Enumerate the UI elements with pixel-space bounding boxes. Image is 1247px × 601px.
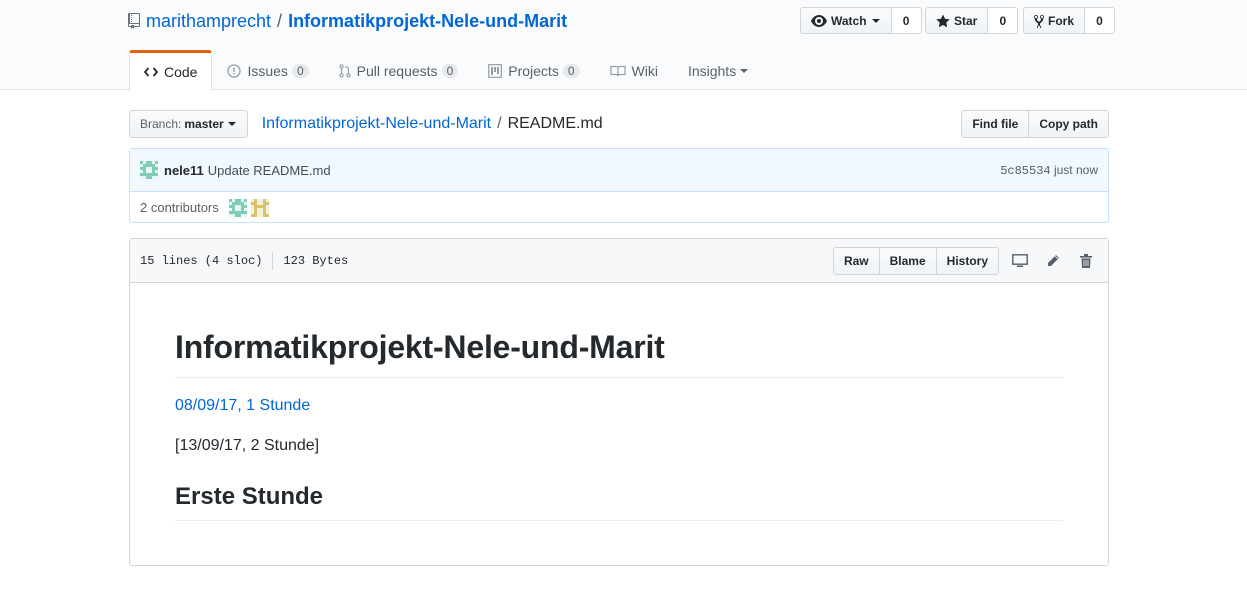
trashcan-icon xyxy=(1080,253,1092,268)
pencil-icon xyxy=(1048,254,1059,266)
avatar[interactable] xyxy=(250,198,269,217)
tab-pull-requests[interactable]: Pull requests 0 xyxy=(324,50,474,90)
repo-title-separator: / xyxy=(277,10,283,31)
avatar[interactable] xyxy=(140,161,158,179)
file-navigation: Branch: master Informatikprojekt-Nele-un… xyxy=(129,110,1109,138)
tab-code-label: Code xyxy=(164,64,198,80)
repo-owner-link[interactable]: marithamprecht xyxy=(146,11,271,32)
watch-button[interactable]: Watch xyxy=(800,7,892,34)
repo-icon xyxy=(128,13,140,29)
open-desktop-button[interactable] xyxy=(1008,249,1032,273)
caret-down-icon xyxy=(871,18,880,23)
star-icon xyxy=(936,14,950,27)
readme-content: Informatikprojekt-Nele-und-Marit 08/09/1… xyxy=(130,283,1108,565)
breadcrumb-repo-link[interactable]: Informatikprojekt-Nele-und-Marit xyxy=(262,115,491,133)
commit-author-link[interactable]: nele11 xyxy=(164,163,204,178)
commit-time: just now xyxy=(1053,162,1098,177)
commit-tease: nele11 Update README.md 5c85534 just now… xyxy=(129,148,1109,223)
commit-meta: 5c85534 just now xyxy=(1000,163,1098,178)
fork-label: Fork xyxy=(1048,13,1075,28)
branch-select-button[interactable]: Branch: master xyxy=(129,110,248,138)
star-group: Star 0 xyxy=(925,7,1019,34)
tab-issues-label: Issues xyxy=(247,62,288,79)
tab-projects-label: Projects xyxy=(508,62,559,79)
tab-pull-requests-count: 0 xyxy=(441,63,459,78)
tab-projects[interactable]: Projects 0 xyxy=(473,50,594,90)
caret-down-icon xyxy=(740,68,749,73)
edit-file-button[interactable] xyxy=(1041,249,1065,273)
contributors-row: 2 contributors xyxy=(130,192,1108,223)
breadcrumb: Informatikprojekt-Nele-und-Marit / READM… xyxy=(262,115,603,133)
readme-subheading: Erste Stunde xyxy=(175,482,1063,521)
readme-paragraph: [13/09/17, 2 Stunde] xyxy=(175,437,320,454)
file-info-divider xyxy=(272,251,274,270)
readme-link[interactable]: 08/09/17, 1 Stunde xyxy=(175,397,310,414)
book-icon xyxy=(609,65,626,76)
file-info: 15 lines (4 sloc) 123 Bytes xyxy=(140,251,349,270)
fork-count[interactable]: 0 xyxy=(1085,7,1116,34)
tab-insights-label: Insights xyxy=(687,62,737,79)
file-lines: 15 lines (4 sloc) xyxy=(140,253,263,268)
commit-sha-link[interactable]: 5c85534 xyxy=(1000,164,1050,178)
watch-group: Watch 0 xyxy=(800,7,922,34)
tab-wiki-label: Wiki xyxy=(631,62,658,79)
tab-insights[interactable]: Insights xyxy=(673,50,764,90)
pull-request-icon xyxy=(338,63,351,78)
file-box: 15 lines (4 sloc) 123 Bytes Raw Blame Hi… xyxy=(129,238,1109,566)
copy-path-button[interactable]: Copy path xyxy=(1029,110,1109,138)
tab-issues-count: 0 xyxy=(291,63,309,78)
caret-down-icon xyxy=(227,122,236,126)
breadcrumb-file: README.md xyxy=(507,115,603,132)
latest-commit: nele11 Update README.md 5c85534 just now xyxy=(130,149,1108,192)
tab-pull-requests-label: Pull requests xyxy=(356,62,438,79)
find-file-button[interactable]: Find file xyxy=(961,110,1030,138)
repo-name-link[interactable]: Informatikprojekt-Nele-und-Marit xyxy=(288,11,567,32)
tab-code[interactable]: Code xyxy=(129,50,213,91)
fork-button[interactable]: Fork xyxy=(1023,7,1086,34)
watch-count[interactable]: 0 xyxy=(891,7,922,34)
fork-group: Fork 0 xyxy=(1023,7,1116,34)
tab-wiki[interactable]: Wiki xyxy=(595,50,673,90)
project-icon xyxy=(488,63,503,78)
repo-nav-tabs: Code Issues 0 Pull requests 0 Projects 0… xyxy=(129,50,764,91)
star-label: Star xyxy=(954,13,978,28)
breadcrumb-separator: / xyxy=(497,115,502,132)
star-button[interactable]: Star xyxy=(925,7,989,34)
repo-title: marithamprecht / Informatikprojekt-Nele-… xyxy=(128,10,567,32)
file-nav-buttons: Find file Copy path xyxy=(961,110,1109,138)
contributor-avatars xyxy=(228,198,269,217)
desktop-icon xyxy=(1012,253,1028,267)
commit-message-link[interactable]: Update README.md xyxy=(208,163,331,178)
contributors-link[interactable]: 2 contributors xyxy=(140,200,219,215)
readme-heading: Informatikprojekt-Nele-und-Marit xyxy=(175,327,1063,378)
eye-icon xyxy=(811,14,827,27)
watch-label: Watch xyxy=(831,13,867,28)
history-button[interactable]: History xyxy=(936,246,999,275)
blame-button[interactable]: Blame xyxy=(879,246,937,275)
star-count[interactable]: 0 xyxy=(988,7,1019,34)
fork-icon xyxy=(1034,14,1044,28)
tab-projects-count: 0 xyxy=(562,63,580,78)
branch-name: master xyxy=(184,117,224,131)
file-size: 123 Bytes xyxy=(283,253,349,268)
file-header: 15 lines (4 sloc) 123 Bytes Raw Blame Hi… xyxy=(130,239,1108,283)
code-icon xyxy=(144,67,158,77)
raw-button[interactable]: Raw xyxy=(832,246,880,275)
delete-file-button[interactable] xyxy=(1074,249,1098,273)
file-actions: Raw Blame History xyxy=(832,246,1098,275)
branch-label: Branch: xyxy=(140,117,182,131)
tab-issues[interactable]: Issues 0 xyxy=(212,50,323,90)
repo-header: marithamprecht / Informatikprojekt-Nele-… xyxy=(0,0,1247,91)
avatar[interactable] xyxy=(228,198,247,217)
issue-icon xyxy=(227,63,242,78)
